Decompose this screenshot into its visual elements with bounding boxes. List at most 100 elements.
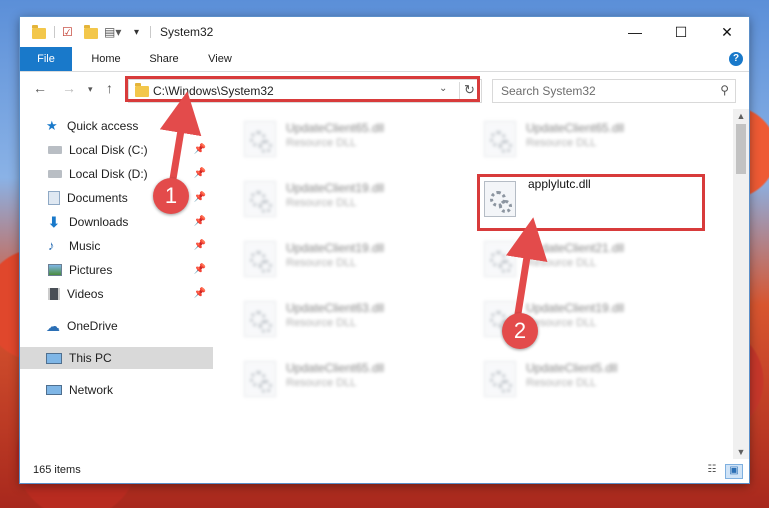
back-arrow-icon[interactable]: ← (33, 80, 47, 96)
explorer-window: ☑ ▤▾ ▾ System32 — ☐ ✕ File Home Share Vi… (20, 17, 749, 483)
list-item[interactable]: UpdateClient65.dll Resource DLL (236, 115, 456, 165)
scroll-thumb[interactable] (736, 124, 746, 174)
customize-toolbar-icon[interactable]: ▾ (134, 24, 139, 40)
list-item[interactable]: UpdateClient21.dll Resource DLL (476, 235, 696, 285)
step-badge-2: 2 (502, 313, 538, 349)
list-item[interactable]: UpdateClient63.dll Resource DLL (236, 295, 456, 345)
documents-icon (48, 191, 60, 205)
pin-icon[interactable]: 📌 (194, 163, 206, 185)
file-type: Resource DLL (526, 257, 597, 269)
search-icon[interactable]: ⚲ (720, 83, 729, 97)
tab-home[interactable]: Home (80, 47, 132, 71)
maximize-button[interactable]: ☐ (658, 17, 704, 47)
sidebar-item-onedrive[interactable]: ☁ OneDrive (46, 315, 206, 337)
pin-icon[interactable]: 📌 (194, 139, 206, 161)
forward-arrow-icon[interactable]: → (62, 80, 76, 96)
file-name: UpdateClient65.dll (526, 121, 625, 135)
file-highlight (477, 174, 705, 231)
file-name: UpdateClient65.dll (286, 121, 385, 135)
folder-icon (32, 24, 46, 40)
recent-locations-icon[interactable]: ▾ (88, 84, 93, 95)
sidebar-item-label: Local Disk (D:) (69, 167, 148, 181)
tab-file[interactable]: File (20, 47, 72, 71)
network-icon (46, 385, 62, 395)
divider (54, 26, 55, 38)
pin-icon[interactable]: 📌 (194, 235, 206, 257)
file-name: UpdateClient19.dll (286, 241, 385, 255)
sidebar-item-pictures[interactable]: Pictures 📌 (48, 259, 210, 281)
list-item[interactable]: UpdateClient5.dll Resource DLL (476, 355, 696, 405)
file-type: Resource DLL (526, 377, 597, 389)
close-button[interactable]: ✕ (704, 17, 750, 47)
list-item[interactable]: UpdateClient65.dll Resource DLL (476, 115, 696, 165)
pin-icon[interactable]: 📌 (194, 283, 206, 305)
navigation-pane: ★ Quick access Local Disk (C:) 📌 Local D… (20, 109, 213, 459)
properties-icon[interactable]: ☑ (62, 24, 73, 40)
view-options-icon[interactable]: ▤▾ (104, 24, 121, 40)
sidebar-item-this-pc[interactable]: This PC (20, 347, 213, 369)
vertical-scrollbar[interactable]: ▲ ▼ (733, 109, 749, 459)
address-row: ← → ▾ ↑ C:\Windows\System32 ⌄ ↻ Search S… (20, 72, 749, 106)
large-icons-view-icon[interactable]: ▣ (725, 464, 743, 479)
list-item[interactable]: UpdateClient19.dll Resource DLL (236, 175, 456, 225)
search-input[interactable]: Search System32 ⚲ (492, 79, 736, 103)
music-icon: ♪ (48, 238, 55, 253)
tab-view[interactable]: View (196, 47, 244, 71)
sidebar-item-local-disk-d[interactable]: Local Disk (D:) 📌 (48, 163, 210, 185)
dll-file-icon (244, 301, 276, 337)
sidebar-item-local-disk-c[interactable]: Local Disk (C:) 📌 (48, 139, 210, 161)
sidebar-item-videos[interactable]: Videos 📌 (48, 283, 210, 305)
cloud-icon: ☁ (46, 318, 60, 334)
dll-file-icon (244, 241, 276, 277)
pin-icon[interactable]: 📌 (194, 211, 206, 233)
sidebar-item-label: Quick access (67, 119, 139, 133)
ribbon-tabs: File Home Share View ? (20, 47, 749, 72)
new-folder-icon[interactable] (84, 24, 98, 40)
drive-icon (48, 170, 62, 178)
sidebar-item-label: Local Disk (C:) (69, 143, 148, 157)
divider (150, 26, 151, 38)
address-highlight (125, 76, 480, 102)
sidebar-item-label: This PC (69, 351, 112, 365)
sidebar-item-quick-access[interactable]: ★ Quick access (46, 115, 206, 137)
dll-file-icon (484, 241, 516, 277)
help-icon[interactable]: ? (729, 52, 743, 66)
file-type: Resource DLL (286, 317, 357, 329)
file-type: Resource DLL (526, 137, 597, 149)
pin-icon[interactable]: 📌 (194, 187, 206, 209)
file-list: UpdateClient65.dll Resource DLL UpdateCl… (216, 109, 733, 459)
file-type: Resource DLL (286, 197, 357, 209)
scroll-down-icon[interactable]: ▼ (733, 447, 749, 457)
file-name: UpdateClient63.dll (286, 301, 385, 315)
sidebar-item-label: Pictures (69, 263, 113, 277)
dll-file-icon (244, 181, 276, 217)
sidebar-item-label: Documents (67, 191, 128, 205)
file-type: Resource DLL (286, 377, 357, 389)
drive-icon (48, 146, 62, 154)
title-bar: ☑ ▤▾ ▾ System32 — ☐ ✕ (20, 17, 749, 47)
details-view-icon[interactable]: ☷ (704, 464, 720, 477)
file-type: Resource DLL (286, 137, 357, 149)
list-item[interactable]: UpdateClient65.dll Resource DLL (236, 355, 456, 405)
sidebar-item-label: Music (69, 239, 101, 253)
step-badge-1: 1 (153, 178, 189, 214)
scroll-up-icon[interactable]: ▲ (733, 111, 749, 121)
dll-file-icon (484, 121, 516, 157)
sidebar-item-downloads[interactable]: ⬇ Downloads 📌 (48, 211, 210, 233)
file-name: UpdateClient21.dll (526, 241, 625, 255)
file-name: UpdateClient19.dll (526, 301, 625, 315)
dll-file-icon (244, 121, 276, 157)
pin-icon[interactable]: 📌 (194, 259, 206, 281)
file-name: UpdateClient65.dll (286, 361, 385, 375)
up-arrow-icon[interactable]: ↑ (106, 80, 113, 96)
list-item[interactable]: UpdateClient19.dll Resource DLL (236, 235, 456, 285)
minimize-button[interactable]: — (612, 17, 658, 47)
sidebar-item-network[interactable]: Network (46, 379, 206, 401)
computer-icon (46, 352, 62, 364)
pictures-icon (48, 264, 62, 276)
file-type: Resource DLL (286, 257, 357, 269)
tab-share[interactable]: Share (138, 47, 190, 71)
star-icon: ★ (46, 118, 58, 133)
videos-icon (48, 288, 60, 300)
sidebar-item-music[interactable]: ♪ Music 📌 (48, 235, 210, 257)
